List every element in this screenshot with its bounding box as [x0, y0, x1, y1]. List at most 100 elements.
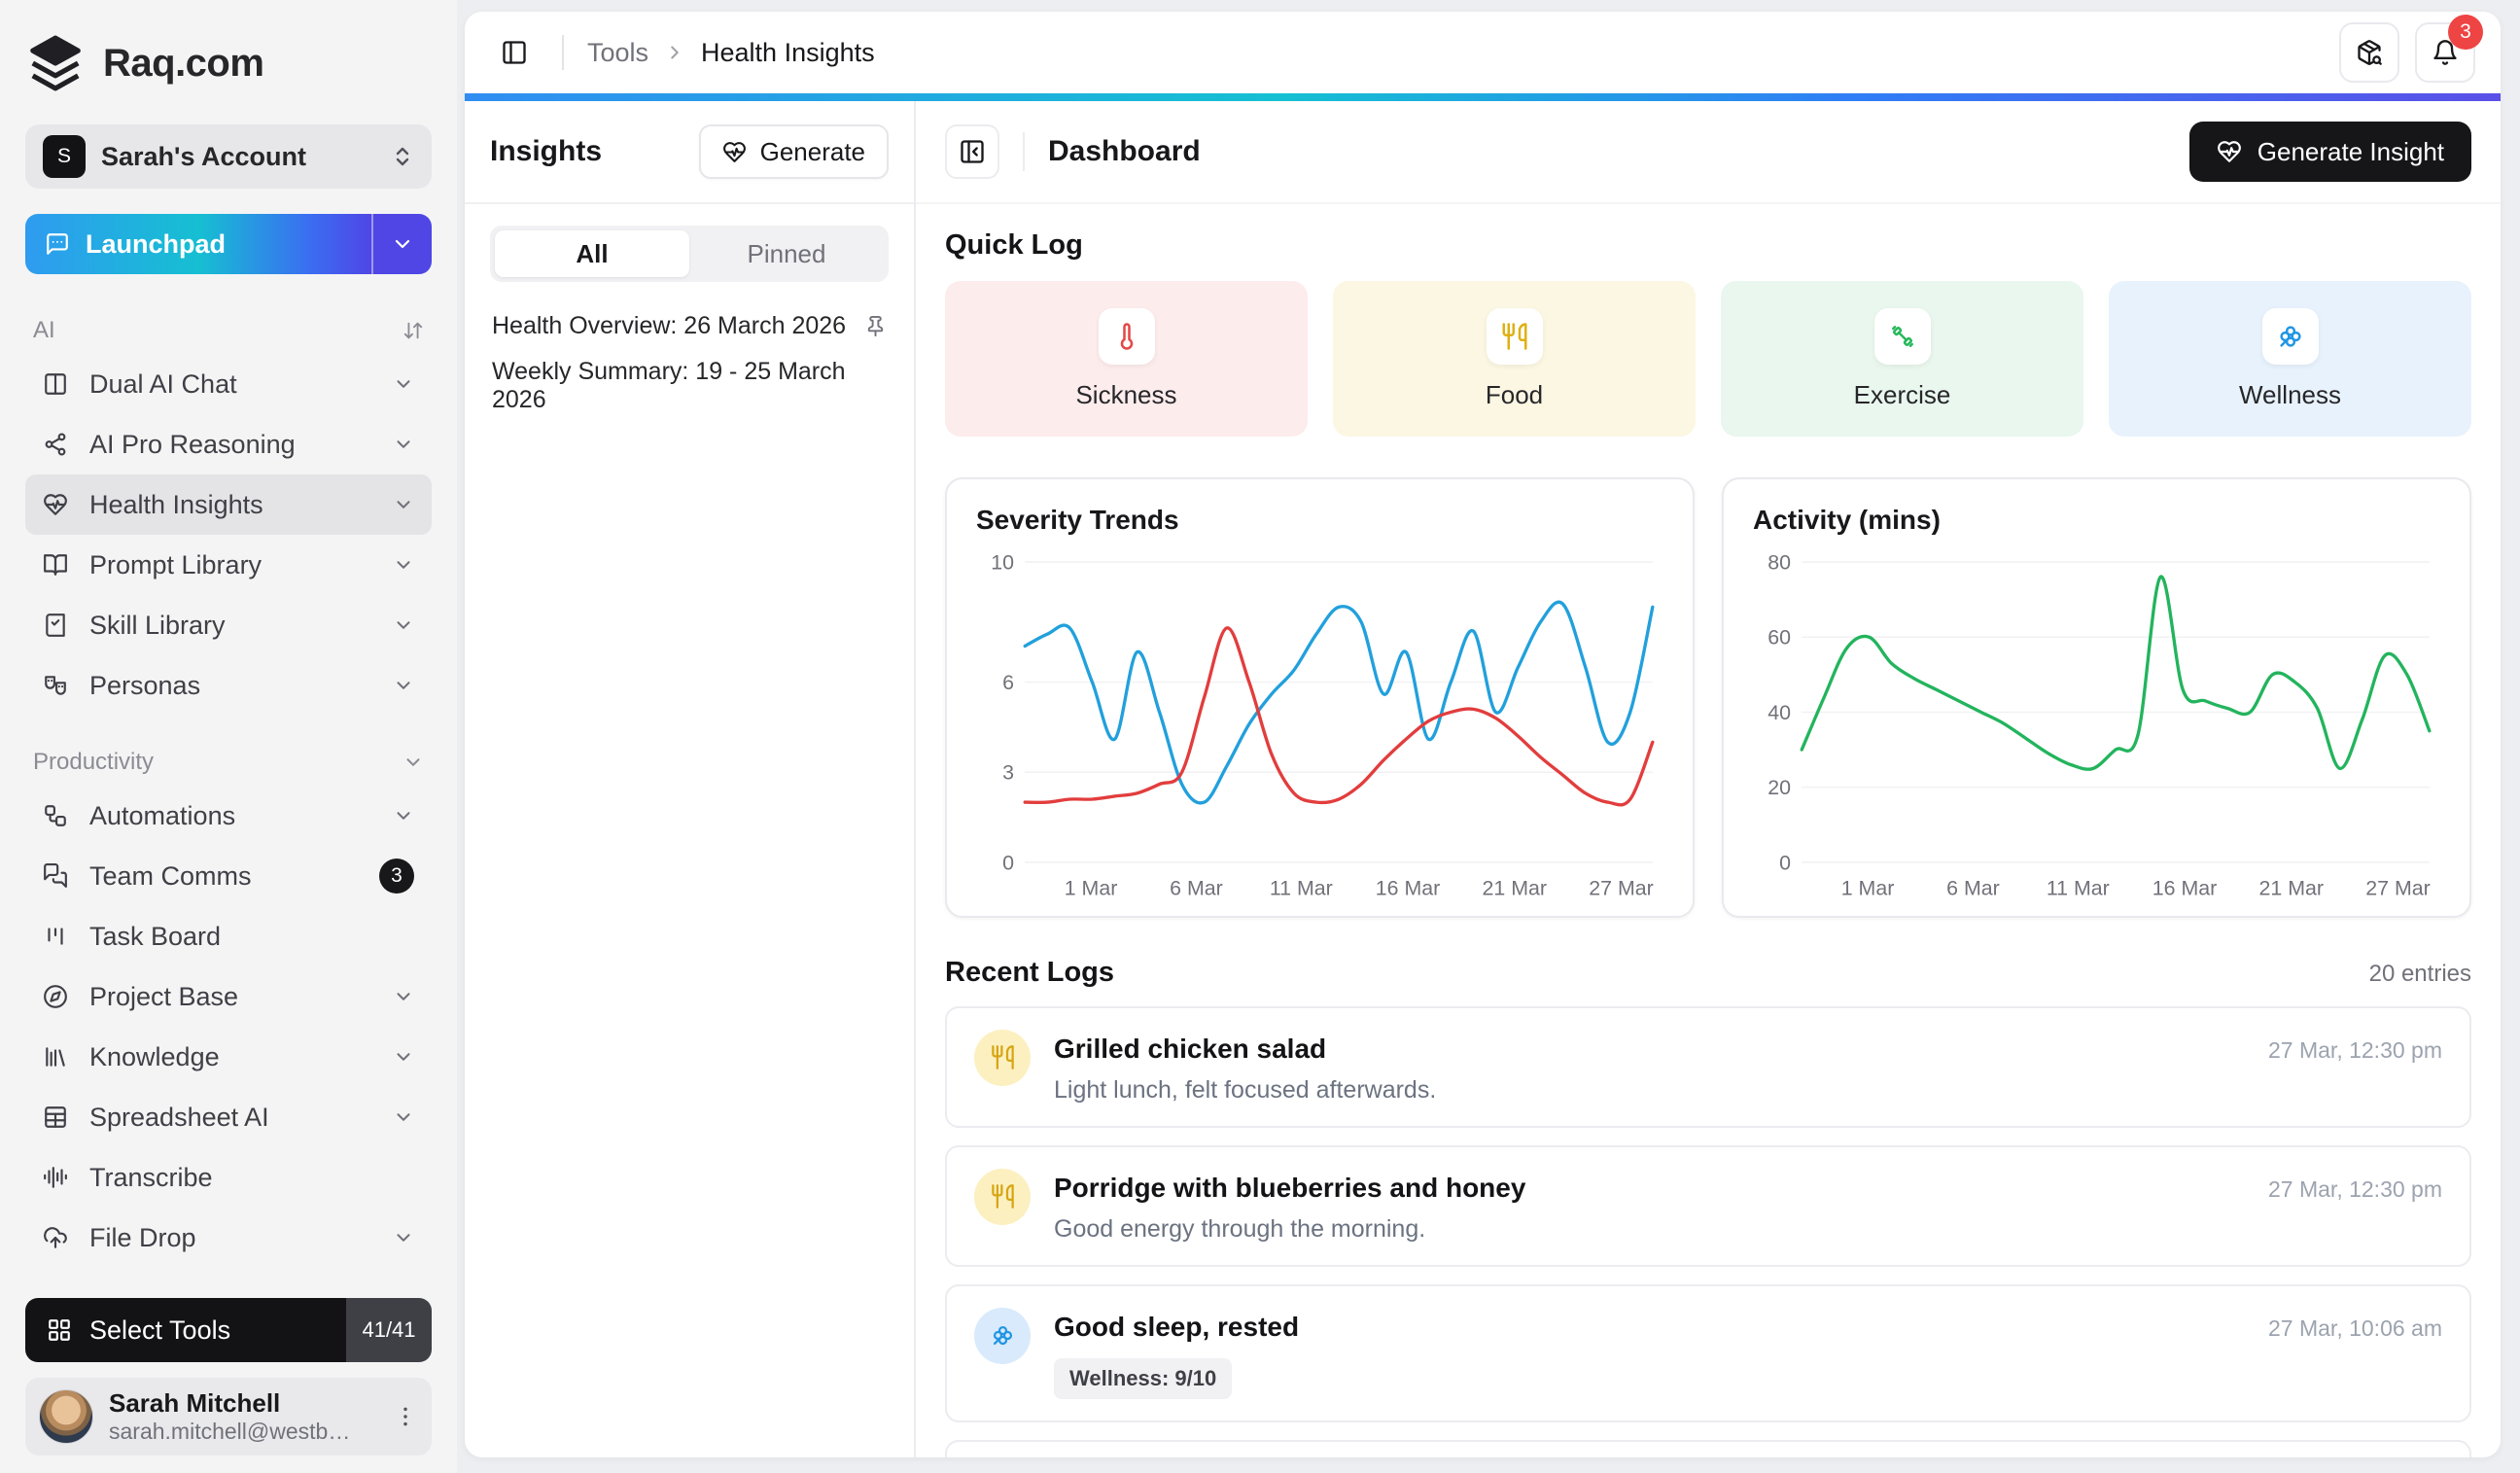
kebab-menu-icon[interactable] — [393, 1404, 418, 1429]
chevron-down-icon — [402, 752, 424, 773]
icon-tile — [1874, 308, 1931, 365]
svg-text:0: 0 — [1779, 851, 1791, 874]
tab-all[interactable]: All — [495, 230, 689, 277]
dashboard-header: Dashboard Generate Insight — [916, 101, 2501, 204]
logo-text: Raq.com — [103, 42, 263, 86]
notifications-button[interactable]: 3 — [2415, 22, 2475, 83]
svg-text:80: 80 — [1768, 550, 1791, 574]
wellness-score-badge: Wellness: 9/10 — [1054, 1358, 1232, 1399]
quick-log-label: Exercise — [1854, 380, 1951, 410]
sidebar-item-spreadsheet-ai[interactable]: Spreadsheet AI — [25, 1087, 432, 1147]
icon-tile — [1099, 308, 1155, 365]
sidebar-item-task-board[interactable]: Task Board — [25, 906, 432, 966]
log-title: Grilled chicken salad — [1054, 1034, 2245, 1065]
log-item[interactable]: Grilled chicken salad Light lunch, felt … — [945, 1006, 2471, 1128]
network-icon — [43, 432, 68, 457]
insight-list-item[interactable]: Health Overview: 26 March 2026 — [476, 298, 902, 354]
columns-icon — [43, 371, 68, 397]
insight-list-item[interactable]: Weekly Summary: 19 - 25 March 2026 — [476, 358, 902, 414]
dashboard-scroll-area[interactable]: Quick Log Sickness — [916, 204, 2501, 1457]
sidebar-toggle-button[interactable] — [490, 28, 539, 77]
sidebar-item-team-comms[interactable]: Team Comms 3 — [25, 846, 432, 906]
accent-gradient-strip — [465, 93, 2501, 101]
collapse-panel-button[interactable] — [945, 124, 999, 179]
account-avatar: S — [43, 135, 86, 178]
tab-pinned[interactable]: Pinned — [689, 230, 884, 277]
breadcrumb-parent[interactable]: Tools — [587, 38, 648, 68]
svg-text:20: 20 — [1768, 776, 1791, 799]
insights-header: Insights Generate — [465, 101, 914, 204]
sidebar-item-automations[interactable]: Automations — [25, 786, 432, 846]
sidebar-item-dual-ai-chat[interactable]: Dual AI Chat — [25, 354, 432, 414]
clover-icon — [990, 1322, 1016, 1349]
log-item[interactable]: Good sleep, rested Wellness: 9/10 27 Mar… — [945, 1284, 2471, 1422]
sidebar-item-health-insights[interactable]: Health Insights — [25, 474, 432, 535]
svg-text:6: 6 — [1002, 671, 1014, 694]
log-body: Good sleep, rested Wellness: 9/10 — [1054, 1308, 2245, 1399]
account-switcher[interactable]: S Sarah's Account — [25, 124, 432, 189]
chevron-right-icon — [664, 42, 685, 63]
thermometer-icon — [1112, 322, 1141, 351]
select-tools-button[interactable]: Select Tools 41/41 — [25, 1298, 432, 1362]
quick-log-wellness-button[interactable]: Wellness — [2109, 281, 2471, 437]
chat-bubble-icon — [45, 231, 70, 257]
package-search-icon — [2356, 39, 2383, 66]
log-item[interactable]: Morning walk — [945, 1440, 2471, 1457]
select-tools-main[interactable]: Select Tools — [25, 1298, 346, 1362]
sidebar-item-skill-library[interactable]: Skill Library — [25, 595, 432, 655]
svg-text:27 Mar: 27 Mar — [2365, 876, 2431, 899]
breadcrumb-current: Health Insights — [701, 38, 875, 68]
topbar-actions: 3 — [2339, 22, 2475, 83]
pin-icon[interactable] — [864, 315, 887, 337]
svg-text:10: 10 — [991, 550, 1014, 574]
log-body: Porridge with blueberries and honey Good… — [1054, 1169, 2245, 1244]
sidebar-item-project-base[interactable]: Project Base — [25, 966, 432, 1027]
entries-count: 20 entries — [2369, 961, 2471, 988]
quick-log-food-button[interactable]: Food — [1333, 281, 1696, 437]
log-item[interactable]: Porridge with blueberries and honey Good… — [945, 1145, 2471, 1267]
quick-log-title: Quick Log — [945, 229, 2471, 262]
generate-label: Generate — [760, 137, 865, 167]
svg-text:6 Mar: 6 Mar — [1946, 876, 2000, 899]
quick-log-exercise-button[interactable]: Exercise — [1721, 281, 2083, 437]
heart-pulse-icon — [2217, 139, 2242, 164]
library-icon — [43, 1044, 68, 1070]
generate-button[interactable]: Generate — [699, 124, 889, 179]
quick-log-sickness-button[interactable]: Sickness — [945, 281, 1308, 437]
utensils-icon — [990, 1044, 1016, 1070]
chevron-down-icon — [393, 805, 414, 826]
sidebar-item-transcribe[interactable]: Transcribe — [25, 1147, 432, 1208]
divider — [562, 35, 564, 70]
log-timestamp: 27 Mar, 10:06 am — [2268, 1308, 2442, 1342]
launchpad-label: Launchpad — [86, 229, 226, 260]
log-icon-circle — [974, 1169, 1031, 1225]
productivity-section-label: Productivity — [33, 749, 154, 776]
chevron-down-icon — [393, 1046, 414, 1068]
chevron-down-icon — [393, 1227, 414, 1248]
chevron-down-icon — [393, 1106, 414, 1128]
audio-lines-icon — [43, 1165, 68, 1190]
page-title: Dashboard — [1048, 135, 1201, 168]
sidebar-item-personas[interactable]: Personas — [25, 655, 432, 716]
sidebar-item-knowledge[interactable]: Knowledge — [25, 1027, 432, 1087]
generate-insight-button[interactable]: Generate Insight — [2189, 122, 2471, 182]
productivity-section-header[interactable]: Productivity — [33, 749, 424, 776]
launchpad-button[interactable]: Launchpad — [25, 214, 432, 274]
user-card[interactable]: Sarah Mitchell sarah.mitchell@westbur... — [25, 1378, 432, 1455]
sidebar-item-file-drop[interactable]: File Drop — [25, 1208, 432, 1268]
tool-search-button[interactable] — [2339, 22, 2399, 83]
quick-log-grid: Sickness Food — [945, 281, 2471, 437]
svg-text:40: 40 — [1768, 701, 1791, 724]
sidebar-item-ai-pro-reasoning[interactable]: AI Pro Reasoning — [25, 414, 432, 474]
sidebar-item-prompt-library[interactable]: Prompt Library — [25, 535, 432, 595]
log-timestamp: 27 Mar, 12:30 pm — [2268, 1169, 2442, 1203]
launchpad-dropdown-toggle[interactable] — [371, 214, 432, 274]
svg-text:6 Mar: 6 Mar — [1170, 876, 1223, 899]
svg-text:1 Mar: 1 Mar — [1841, 876, 1895, 899]
severity-trends-chart: 036101 Mar6 Mar11 Mar16 Mar21 Mar27 Mar — [976, 549, 1663, 902]
sort-icon[interactable] — [402, 320, 424, 341]
launchpad-main[interactable]: Launchpad — [25, 214, 371, 274]
panel-left-close-icon — [959, 138, 986, 165]
heart-pulse-icon — [722, 140, 747, 164]
sidebar: Raq.com S Sarah's Account Launchpad AI D… — [0, 0, 457, 1473]
